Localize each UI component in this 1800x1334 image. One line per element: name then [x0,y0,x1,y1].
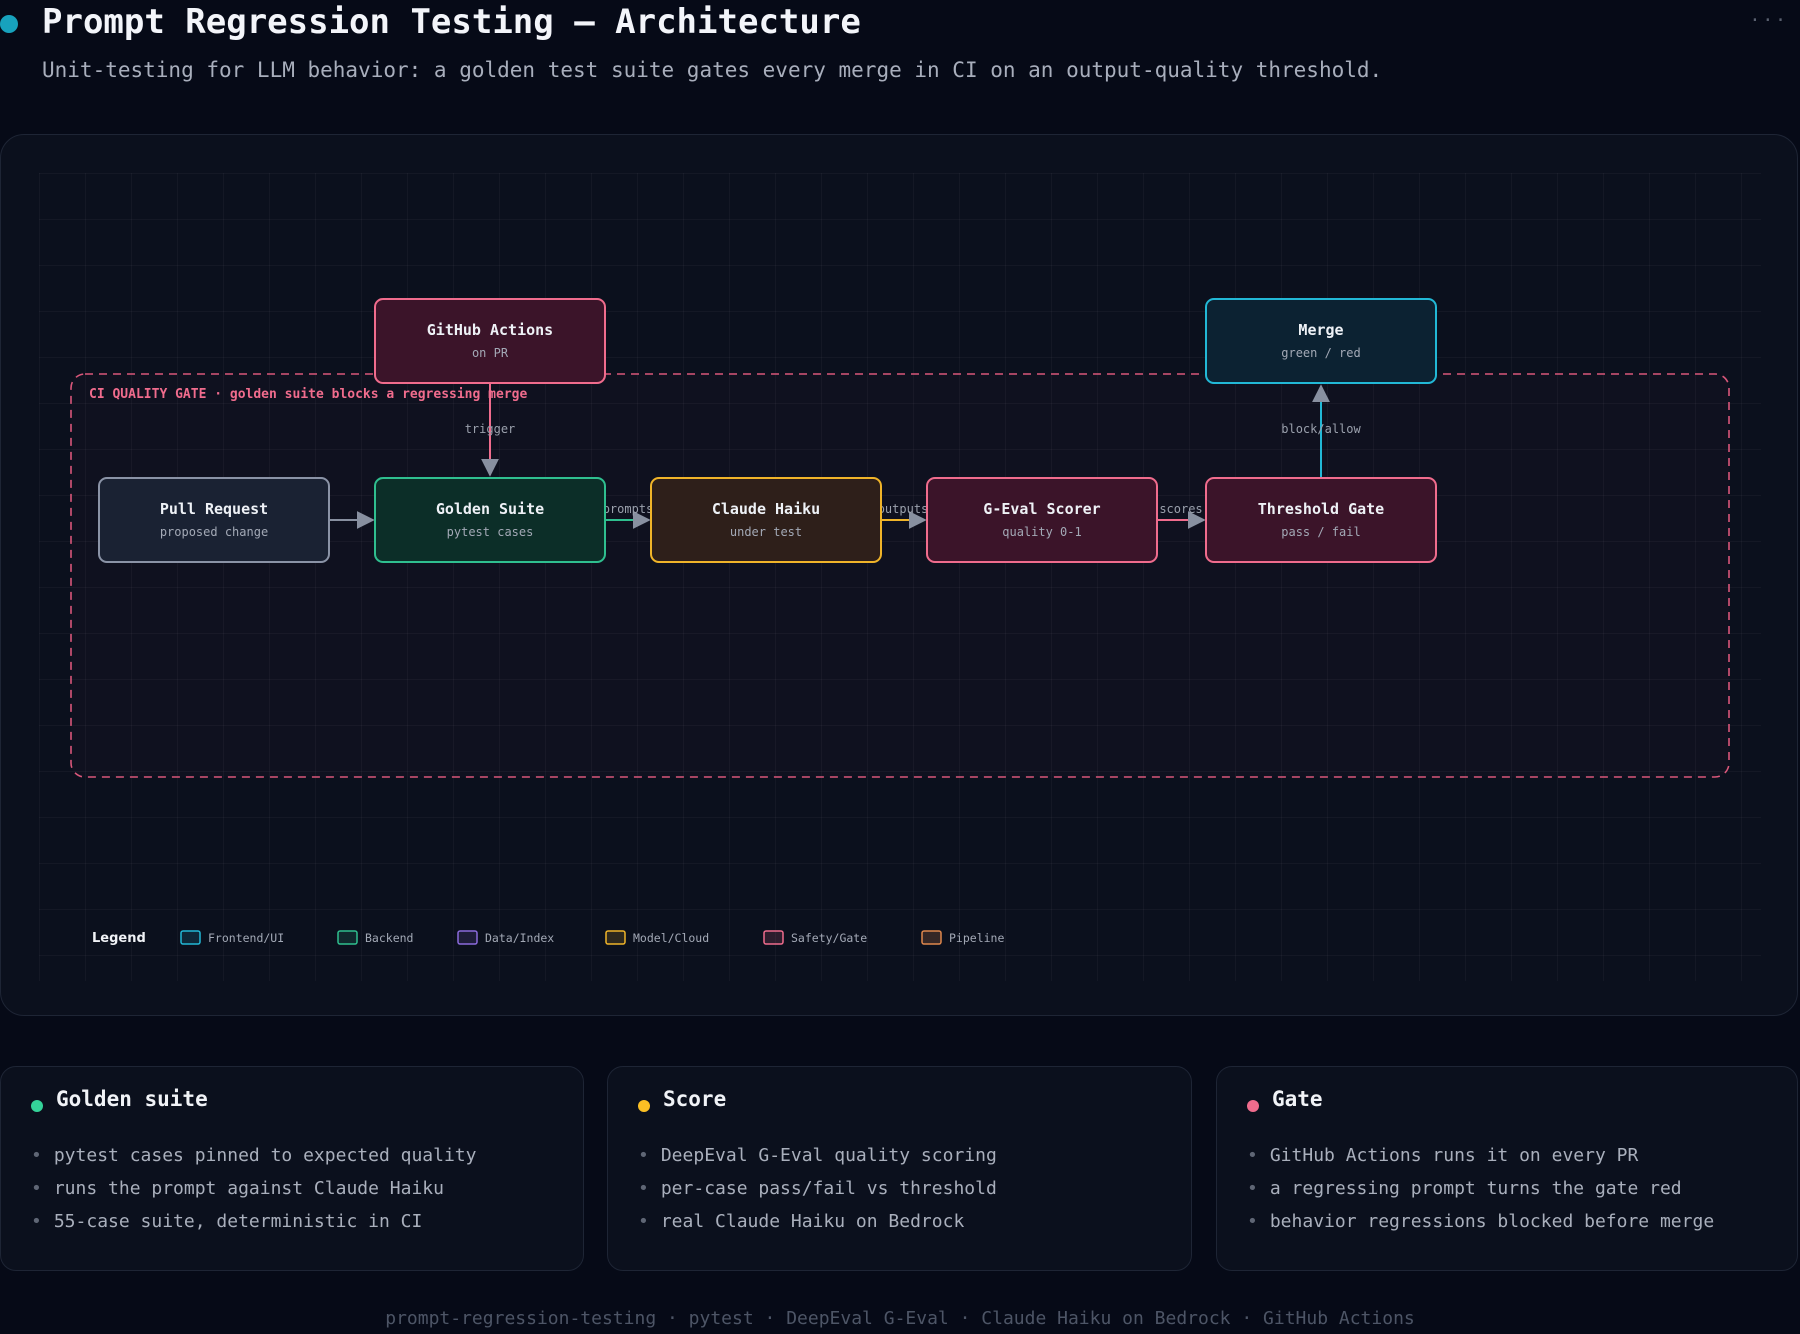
card-status-dot [31,1100,43,1112]
node-subtitle: proposed change [160,525,268,539]
card-list: pytest cases pinned to expected quality … [31,1139,477,1238]
card-list-item: per-case pass/fail vs threshold [638,1172,997,1205]
page-title: Prompt Regression Testing — Architecture [42,2,861,42]
node-subtitle: on PR [472,346,509,360]
node-claude-haiku[interactable]: Claude Haiku under test [650,477,882,563]
node-title: Threshold Gate [1258,500,1384,518]
node-github-actions[interactable]: GitHub Actions on PR [374,298,606,384]
card-title: Gate [1272,1087,1323,1111]
more-options-icon[interactable]: ··· [1749,10,1788,31]
legend-label: Model/Cloud [633,931,709,945]
legend-item-backend: Backend [337,930,413,945]
edge-label-block-allow: block/allow [1281,422,1361,436]
card-list: GitHub Actions runs it on every PR a reg… [1247,1139,1714,1238]
card-list-item: pytest cases pinned to expected quality [31,1139,477,1172]
node-title: Golden Suite [436,500,544,518]
card-list-item: real Claude Haiku on Bedrock [638,1205,997,1238]
legend-label: Backend [365,931,413,945]
legend-item-safety: Safety/Gate [763,930,867,945]
legend-label: Safety/Gate [791,931,867,945]
card-status-dot [638,1100,650,1112]
legend-item-data: Data/Index [457,930,554,945]
edge-label-prompts: prompts [603,502,654,516]
diagram-panel: CI QUALITY GATE · golden suite blocks a … [0,134,1798,1016]
edge-label-trigger: trigger [465,422,516,436]
legend-label: Frontend/UI [208,931,284,945]
node-subtitle: pass / fail [1281,525,1360,539]
node-threshold-gate[interactable]: Threshold Gate pass / fail [1205,477,1437,563]
edge-label-scores: scores [1159,502,1202,516]
legend-label: Pipeline [949,931,1004,945]
card-title: Golden suite [56,1087,208,1111]
legend-item-pipeline: Pipeline [921,930,1004,945]
architecture-diagram: CI QUALITY GATE · golden suite blocks a … [70,298,1730,946]
legend: Legend Frontend/UI Backend Data/Index Mo… [92,930,1004,946]
card-list-item: 55-case suite, deterministic in CI [31,1205,476,1238]
node-subtitle: pytest cases [447,525,534,539]
node-title: G-Eval Scorer [983,500,1100,518]
legend-item-model: Model/Cloud [605,930,709,945]
page-subtitle: Unit-testing for LLM behavior: a golden … [42,58,1383,82]
node-subtitle: quality 0-1 [1002,525,1081,539]
card-list-item: GitHub Actions runs it on every PR [1247,1139,1714,1172]
card-gate: Gate GitHub Actions runs it on every PR … [1216,1066,1798,1271]
node-title: Pull Request [160,500,268,518]
ci-quality-gate-group [70,373,1730,778]
title-status-dot [0,15,18,33]
legend-label: Data/Index [485,931,554,945]
node-title: GitHub Actions [427,321,553,339]
node-title: Merge [1298,321,1343,339]
node-pull-request[interactable]: Pull Request proposed change [98,477,330,563]
card-list-item: runs the prompt against Claude Haiku [31,1172,476,1205]
footer-tech-stack: prompt-regression-testing · pytest · Dee… [385,1308,1415,1329]
card-status-dot [1247,1100,1259,1112]
node-golden-suite[interactable]: Golden Suite pytest cases [374,477,606,563]
card-list-item: DeepEval G-Eval quality scoring [638,1139,997,1172]
card-title: Score [663,1087,727,1111]
legend-title: Legend [92,931,146,946]
card-list-item: a regressing prompt turns the gate red [1247,1172,1714,1205]
node-geval-scorer[interactable]: G-Eval Scorer quality 0-1 [926,477,1158,563]
card-list-item: behavior regressions blocked before merg… [1247,1205,1714,1238]
node-merge[interactable]: Merge green / red [1205,298,1437,384]
card-golden-suite: Golden suite pytest cases pinned to expe… [0,1066,584,1271]
node-subtitle: under test [730,525,802,539]
card-list: DeepEval G-Eval quality scoring per-case… [638,1139,997,1238]
edge-label-outputs: outputs [878,502,929,516]
node-title: Claude Haiku [712,500,820,518]
group-label: CI QUALITY GATE · golden suite blocks a … [89,387,527,402]
node-subtitle: green / red [1281,346,1360,360]
legend-item-frontend: Frontend/UI [180,930,284,945]
card-score: Score DeepEval G-Eval quality scoring pe… [607,1066,1192,1271]
